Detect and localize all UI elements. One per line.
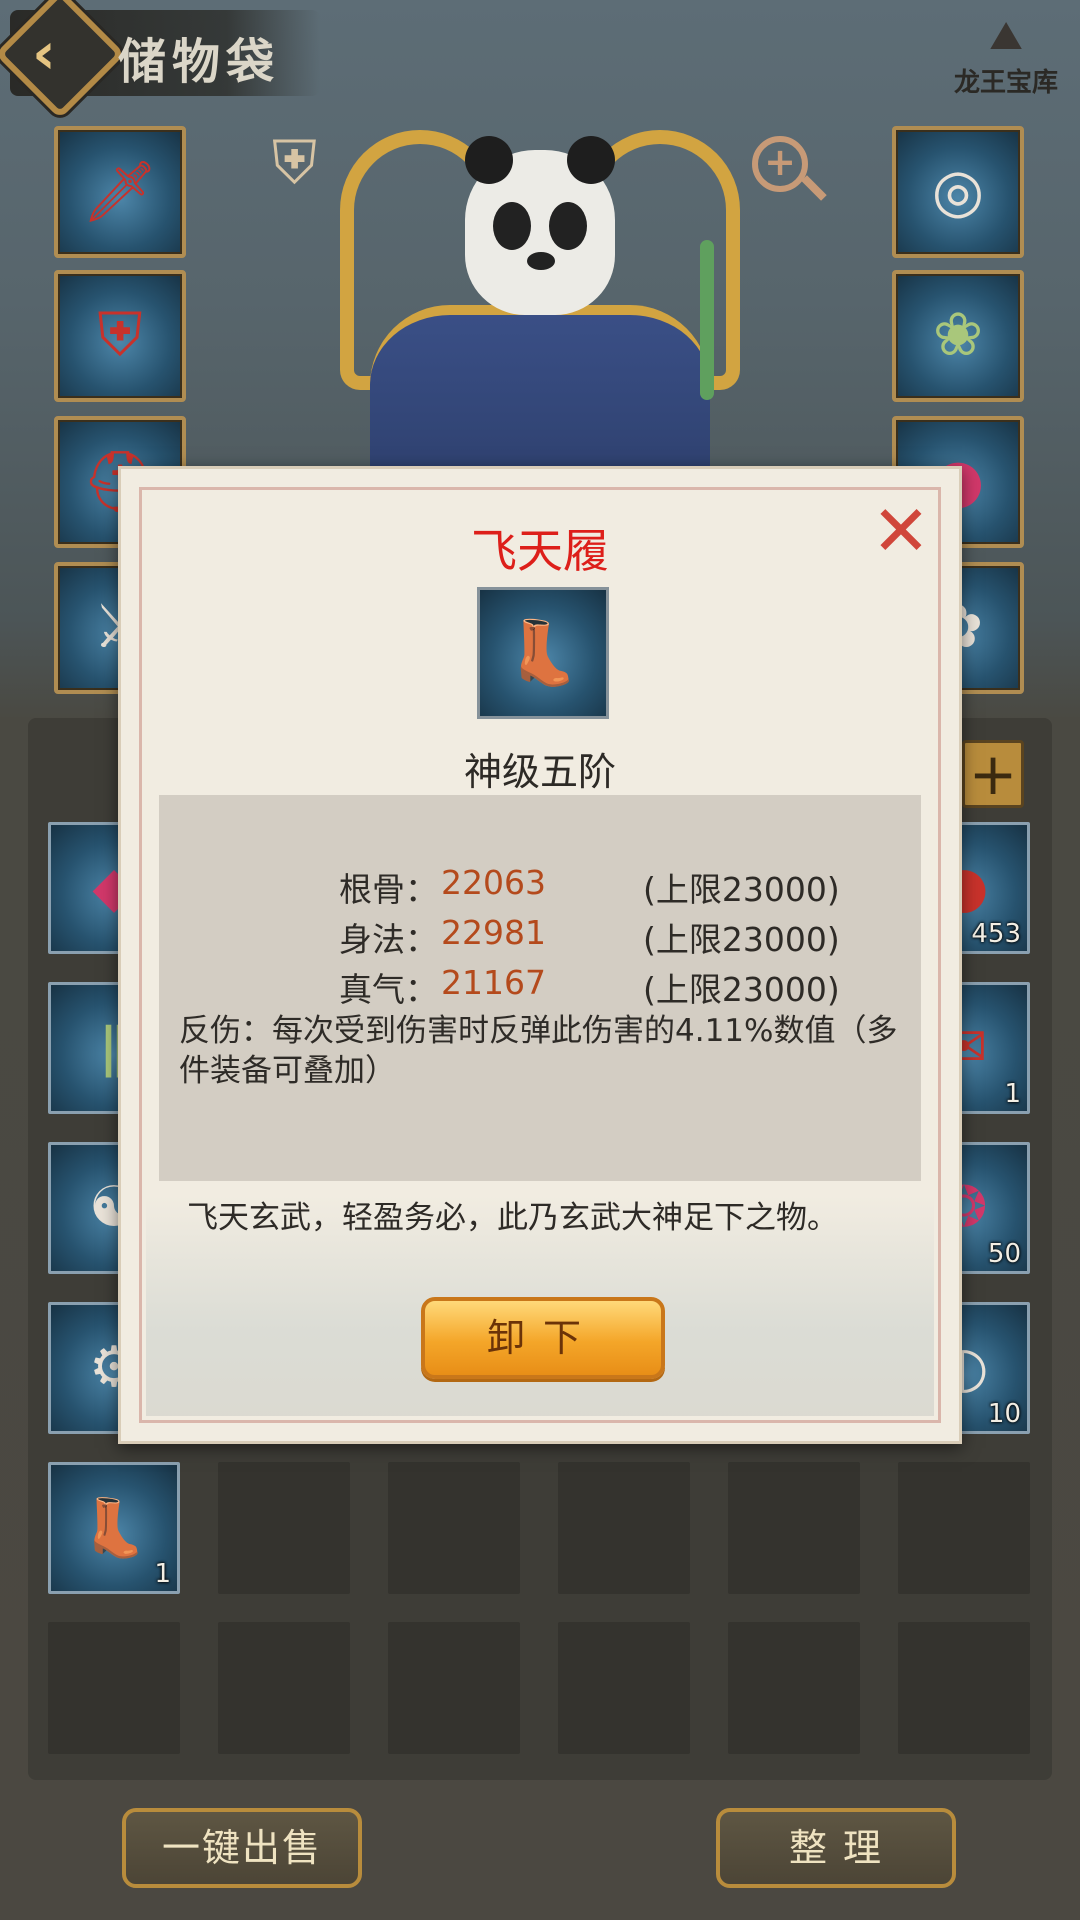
panda-eye <box>493 202 531 250</box>
item-count: 453 <box>971 919 1021 949</box>
unequip-button[interactable]: 卸下 <box>421 1297 665 1379</box>
close-icon[interactable]: ✕ <box>871 496 931 566</box>
dragon-treasury-button[interactable]: ⛰ 龙王宝库 <box>946 10 1066 110</box>
inventory-empty-slot[interactable] <box>388 1462 520 1594</box>
sort-button[interactable]: 整 理 <box>716 1808 956 1888</box>
stat-label: 根骨： <box>339 870 438 909</box>
inventory-empty-slot[interactable] <box>898 1462 1030 1594</box>
stat-label: 身法： <box>339 920 438 959</box>
boots-icon: 👢 <box>504 616 582 689</box>
robe-armor-icon: ⛨ <box>97 300 143 370</box>
inventory-item[interactable]: 👢 1 <box>48 1462 180 1594</box>
panda-head <box>465 136 615 315</box>
sell-all-button[interactable]: 一键出售 <box>122 1808 362 1888</box>
special-effect-text: 反伤：每次受到伤害时反弹此伤害的4.11%数值（多件装备可叠加） <box>179 1013 898 1089</box>
item-name: 飞天履 <box>471 524 609 578</box>
inventory-empty-slot[interactable] <box>558 1622 690 1754</box>
stat-row: 真气： 21167 (上限23000) <box>159 963 921 1009</box>
inventory-empty-slot[interactable] <box>728 1622 860 1754</box>
inventory-empty-slot[interactable] <box>388 1622 520 1754</box>
inventory-empty-slot[interactable] <box>728 1462 860 1594</box>
chevron-left-icon[interactable]: ‹ <box>32 20 56 86</box>
mountain-icon: ⛰ <box>989 13 1023 59</box>
ring-icon: ◎ <box>931 156 985 226</box>
jade-staff <box>700 240 714 400</box>
item-count: 1 <box>1004 1079 1021 1109</box>
equipment-slot[interactable]: 🗡 <box>54 126 186 258</box>
panda-nose <box>527 252 555 270</box>
stat-limit: (上限23000) <box>643 970 840 1009</box>
stat-limit: (上限23000) <box>643 920 840 959</box>
flavor-text: 飞天玄武，轻盈务必，此乃玄武大神足下之物。 <box>187 1200 838 1236</box>
item-grade: 神级五阶 <box>463 750 616 794</box>
sword-icon: 🗡 <box>81 157 159 227</box>
panda-eye <box>549 202 587 250</box>
expand-inventory-button[interactable]: + <box>962 740 1024 808</box>
panda-ear <box>465 136 513 184</box>
stat-row: 根骨： 22063 (上限23000) <box>159 863 921 909</box>
inventory-empty-slot[interactable] <box>218 1462 350 1594</box>
character-portrait <box>260 110 820 505</box>
stat-value: 22063 <box>441 863 546 902</box>
treasury-label: 龙王宝库 <box>953 68 1058 98</box>
stat-row: 身法： 22981 (上限23000) <box>159 913 921 959</box>
stat-label: 真气： <box>339 970 438 1009</box>
item-count: 1 <box>154 1559 171 1589</box>
equipment-slot[interactable]: ❀ <box>892 270 1024 402</box>
inventory-empty-slot[interactable] <box>898 1622 1030 1754</box>
armor-toggle-icon[interactable]: ⛨ <box>272 128 317 198</box>
zoom-in-icon[interactable]: + <box>752 136 808 192</box>
item-count: 10 <box>987 1399 1021 1429</box>
inventory-empty-slot[interactable] <box>48 1622 180 1754</box>
panda-ear <box>567 136 615 184</box>
inventory-empty-slot[interactable] <box>218 1622 350 1754</box>
page-title: 储物袋 <box>118 34 281 90</box>
stat-value: 21167 <box>441 963 546 1002</box>
boots-icon: 👢 <box>79 1496 149 1561</box>
stat-limit: (上限23000) <box>643 870 840 909</box>
inventory-empty-slot[interactable] <box>558 1462 690 1594</box>
game-screen: ‹ 储物袋 ⛰ 龙王宝库 ⛨ + 🗡⛨⛑⚔ ◎❀●✿ ◆●453ǁ✉1☯❂50⚙… <box>0 0 1080 1920</box>
item-detail-dialog: 飞天履 ✕ 👢 神级五阶 根骨： 22063 (上限23000) 身法： 229… <box>118 466 962 1444</box>
equipment-slot[interactable]: ⛨ <box>54 270 186 402</box>
jade-pendant-icon: ❀ <box>932 300 984 370</box>
equipment-slot[interactable]: ◎ <box>892 126 1024 258</box>
stat-value: 22981 <box>441 913 546 952</box>
item-icon-frame: 👢 <box>477 587 609 719</box>
stats-panel: 根骨： 22063 (上限23000) 身法： 22981 (上限23000) … <box>159 795 921 1181</box>
item-count: 50 <box>987 1239 1021 1269</box>
